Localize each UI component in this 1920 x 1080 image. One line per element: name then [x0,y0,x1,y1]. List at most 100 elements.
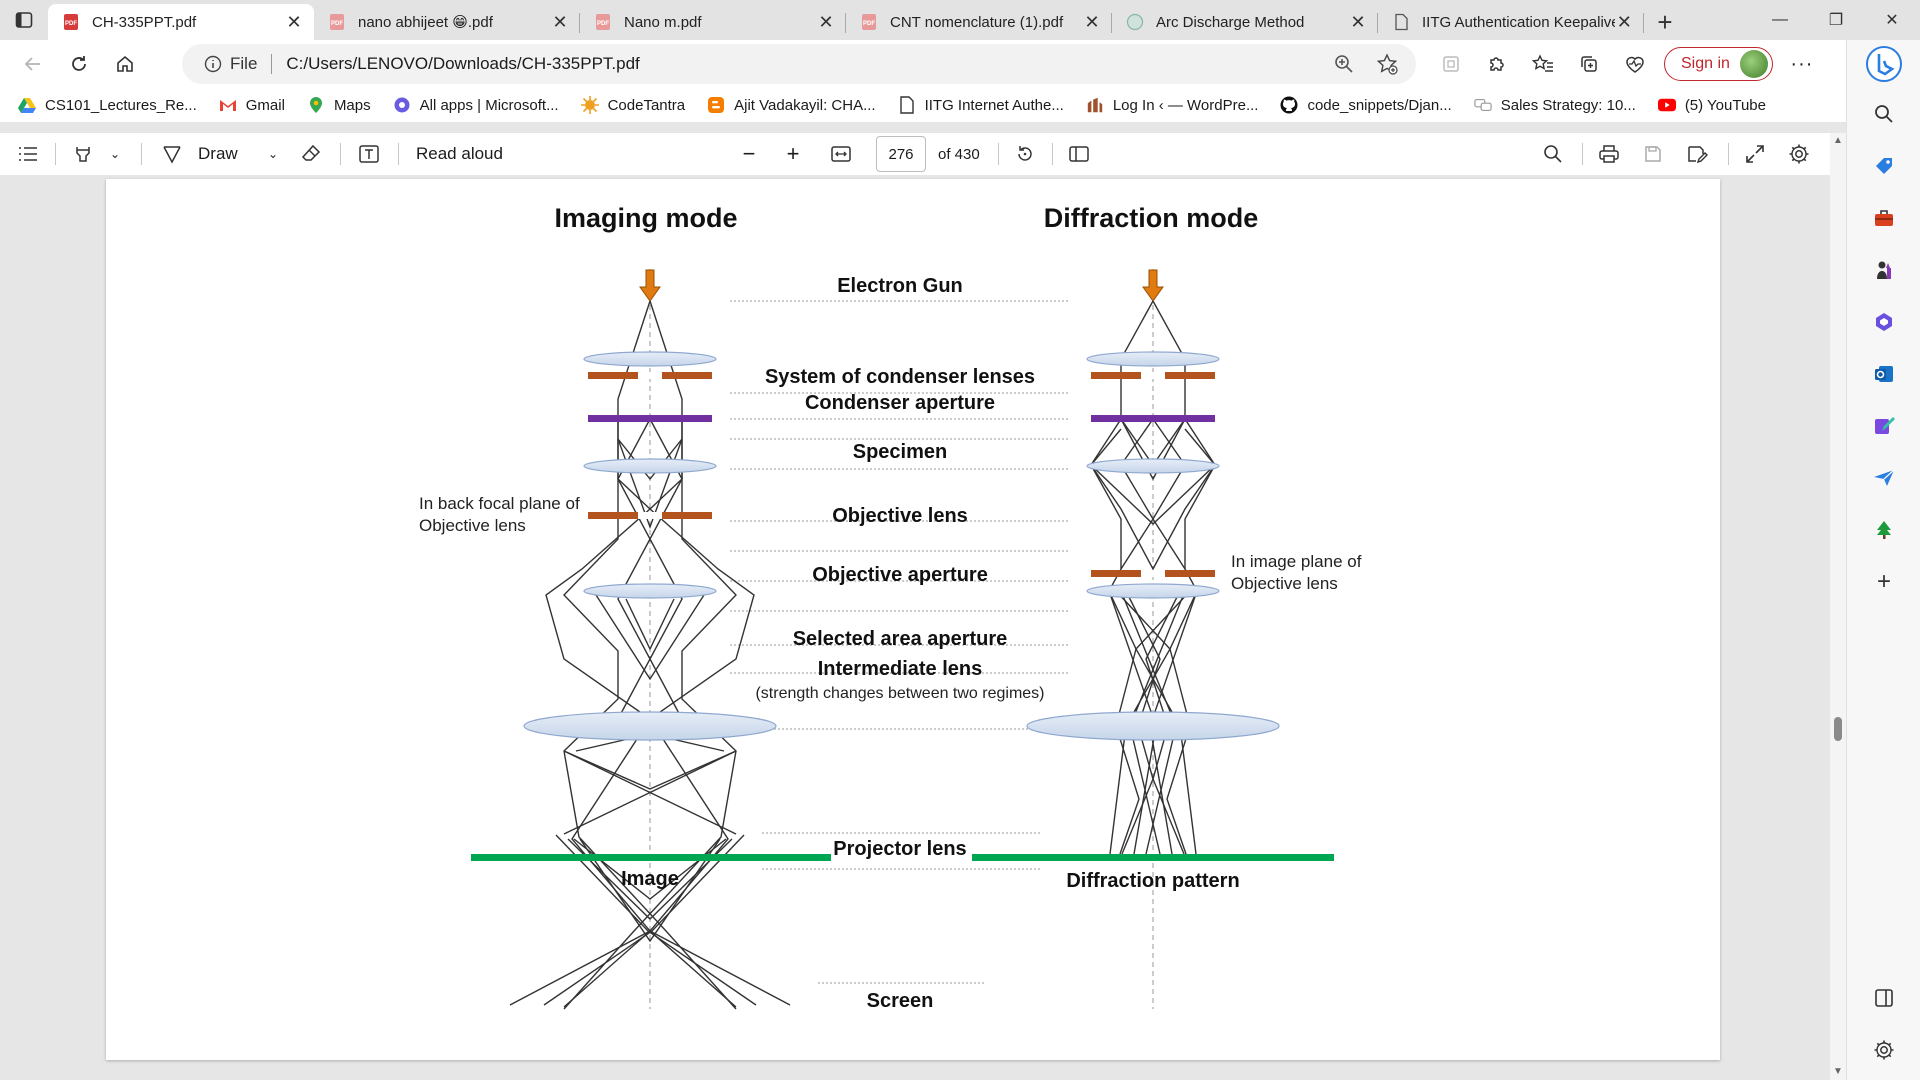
bookmark-sales-strategy[interactable]: Sales Strategy: 10... [1474,96,1636,114]
diffraction-screen [972,854,1334,861]
close-window-button[interactable]: ✕ [1864,0,1920,40]
expand-icon [1746,145,1764,163]
scroll-up-arrow[interactable]: ▲ [1832,135,1844,147]
page-view-button[interactable] [1064,136,1094,172]
print-button[interactable] [1594,136,1624,172]
image-caption: Image [621,868,679,890]
close-tab-icon[interactable]: ✕ [1082,12,1102,32]
tree-app-button[interactable] [1864,510,1904,550]
bookmark-codetantra[interactable]: CodeTantra [580,96,685,114]
hide-sidebar-button[interactable] [1864,978,1904,1018]
microsoft-365-button[interactable] [1864,302,1904,342]
wordpress-icon [1086,96,1104,114]
document-icon [1392,13,1410,31]
bookmark-microsoft-apps[interactable]: All apps | Microsoft... [393,96,559,114]
specimen-bar [588,415,712,422]
pdf-viewport[interactable]: Imaging mode Diffraction mode Image In b… [0,175,1830,1080]
scrollbar-thumb[interactable] [1834,717,1842,741]
tab-actions-button[interactable] [0,0,48,40]
specimen-label: Specimen [853,441,947,463]
extensions-button[interactable] [1474,44,1520,84]
pdf-toolbar: ⌄ Draw ⌄ Read aloud − + 276 of 430 [0,133,1830,175]
tab-iitg-auth[interactable]: IITG Authentication Keepalive ✕ [1378,4,1644,40]
bookmark-gmail[interactable]: Gmail [219,96,285,114]
outlook-button[interactable] [1864,354,1904,394]
restore-button[interactable]: ❐ [1808,0,1864,40]
find-button[interactable] [1538,136,1568,172]
close-tab-icon[interactable]: ✕ [284,12,304,32]
tab-nano-abhijeet[interactable]: PDF nano abhijeet 😁.pdf ✕ [314,4,580,40]
intermediate-lens-label: Intermediate lens [818,658,983,680]
scroll-down-arrow[interactable]: ▼ [1832,1066,1844,1078]
highlight-options-button[interactable]: ⌄ [104,136,126,172]
bookmark-iitg-internet[interactable]: IITG Internet Authe... [898,96,1064,114]
home-button[interactable] [102,44,148,84]
collections-button[interactable] [1566,44,1612,84]
favorites-button[interactable] [1520,44,1566,84]
save-icon [1645,146,1661,162]
blogger-icon [707,96,725,114]
read-aloud-button[interactable]: Read aloud [416,136,516,172]
fit-to-page-button[interactable] [826,136,856,172]
zoom-icon[interactable] [1334,54,1354,74]
save-button[interactable] [1638,136,1668,172]
close-tab-icon[interactable]: ✕ [816,12,836,32]
condenser-lens [1086,351,1220,367]
add-sidebar-app-button[interactable]: + [1864,562,1904,602]
fullscreen-button[interactable] [1740,136,1770,172]
tab-ch335ppt[interactable]: PDF CH-335PPT.pdf ✕ [48,4,314,40]
zoom-in-button[interactable]: + [780,136,806,172]
refresh-icon [72,56,86,71]
sign-in-button[interactable]: Sign in [1664,47,1773,81]
settings-more-button[interactable]: ··· [1779,44,1825,84]
close-tab-icon[interactable]: ✕ [1615,12,1634,32]
erase-button[interactable] [296,136,326,172]
condenser-lenses-label: System of condenser lenses [765,366,1035,388]
split-screen-button[interactable] [1428,44,1474,84]
close-tab-icon[interactable]: ✕ [1348,12,1368,32]
rotate-button[interactable] [1010,136,1040,172]
games-button[interactable] [1864,250,1904,290]
bookmark-wordpress[interactable]: Log In ‹ — WordPre... [1086,96,1258,114]
zoom-out-button[interactable]: − [736,136,762,172]
shopping-button[interactable] [1864,146,1904,186]
copilot-button[interactable] [1864,44,1904,84]
site-label: File [230,54,258,73]
tab-nano-m[interactable]: PDF Nano m.pdf ✕ [580,4,846,40]
site-info-button[interactable]: File [204,54,257,74]
send-button[interactable] [1864,458,1904,498]
tem-modes-diagram: Imaging mode Diffraction mode Image In b… [419,203,1362,1012]
page-number-input[interactable]: 276 [876,136,926,172]
tab-title: nano abhijeet 😁.pdf [358,14,493,31]
bookmark-github[interactable]: code_snippets/Djan... [1280,96,1452,114]
address-bar[interactable]: File C:/Users/LENOVO/Downloads/CH-335PPT… [182,44,1416,84]
bookmark-youtube[interactable]: (5) YouTube [1657,96,1766,114]
bookmark-maps[interactable]: Maps [307,96,371,114]
tab-cnt-nomenclature[interactable]: PDF CNT nomenclature (1).pdf ✕ [846,4,1112,40]
new-tab-button[interactable]: + [1644,4,1686,40]
draw-button[interactable]: Draw [162,136,262,172]
browser-essentials-button[interactable] [1612,44,1658,84]
bookmark-cs101[interactable]: CS101_Lectures_Re... [18,96,197,114]
pdf-settings-button[interactable] [1784,136,1814,172]
minimize-button[interactable]: — [1752,0,1808,40]
table-of-contents-button[interactable] [14,136,42,172]
close-tab-icon[interactable]: ✕ [550,12,570,32]
url-text[interactable]: C:/Users/LENOVO/Downloads/CH-335PPT.pdf [286,54,639,74]
bookmark-ajit-vadakayil[interactable]: Ajit Vadakayil: CHA... [707,96,876,114]
vertical-scrollbar[interactable]: ▲ ▼ [1830,133,1846,1080]
tools-button[interactable] [1864,198,1904,238]
sidebar-settings-button[interactable] [1864,1030,1904,1070]
refresh-button[interactable] [56,44,102,84]
designer-button[interactable] [1864,406,1904,446]
save-as-button[interactable] [1682,136,1712,172]
add-text-button[interactable] [354,136,384,172]
draw-options-button[interactable]: ⌄ [262,136,284,172]
tab-arc-discharge[interactable]: Arc Discharge Method ✕ [1112,4,1378,40]
highlight-button[interactable] [68,136,98,172]
back-button[interactable] [10,44,56,84]
gear-icon [1874,1040,1894,1060]
add-favorite-icon[interactable] [1376,53,1398,75]
search-sidebar-button[interactable] [1864,94,1904,134]
pdf-icon: PDF [594,13,612,31]
